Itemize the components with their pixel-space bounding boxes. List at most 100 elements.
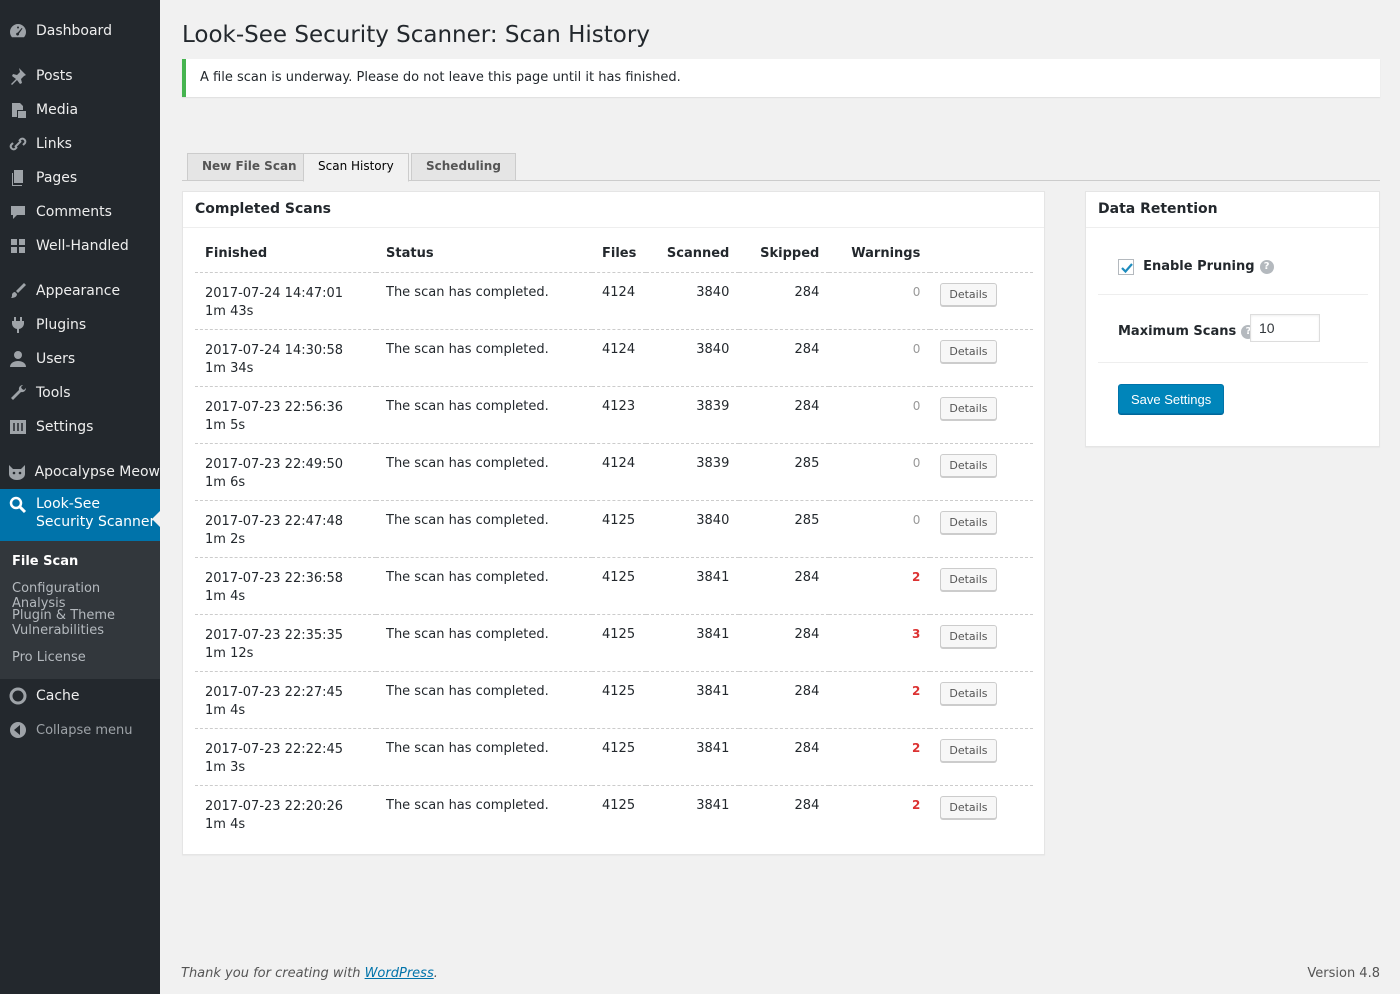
scan-duration: 1m 4s	[205, 816, 246, 832]
cell-skipped: 285	[739, 500, 830, 558]
cell-scanned: 3841	[696, 797, 730, 813]
cell-warnings: 3	[829, 614, 931, 672]
sidebar-item-label: Dashboard	[36, 23, 112, 39]
wordpress-link[interactable]: WordPress	[365, 966, 434, 981]
cell-scanned: 3840	[646, 272, 740, 330]
sidebar-item-links[interactable]: Links	[0, 127, 160, 161]
table-row: 2017-07-23 22:49:50 1m 6s The scan has com…	[195, 443, 1033, 501]
cell-finished: 2017-07-23 22:49:50 1m 6s	[195, 443, 376, 501]
data-retention-title: Data Retention	[1086, 192, 1379, 228]
comment-icon	[0, 202, 36, 222]
sidebar-item-pages[interactable]: Pages	[0, 161, 160, 195]
table-row: 2017-07-23 22:20:26 1m 4s The scan has com…	[195, 785, 1033, 842]
cell-actions: Details	[930, 728, 1033, 786]
sidebar-item-plugins[interactable]: Plugins	[0, 308, 160, 342]
sidebar-item-cache[interactable]: Cache	[0, 679, 160, 713]
link-icon	[0, 134, 36, 154]
paintbrush-icon	[0, 281, 36, 301]
details-button[interactable]: Details	[940, 282, 997, 306]
scan-duration: 1m 2s	[205, 531, 246, 547]
sidebar-item-posts[interactable]: Posts	[0, 59, 160, 93]
page-title: Look-See Security Scanner: Scan History	[182, 22, 650, 48]
max-scans-input[interactable]	[1250, 314, 1320, 342]
details-button[interactable]: Details	[940, 567, 997, 591]
enable-pruning-checkbox[interactable]	[1118, 258, 1134, 275]
scan-underway-notice: A file scan is underway. Please do not l…	[182, 59, 1380, 97]
table-row: 2017-07-23 22:56:36 1m 5s The scan has com…	[195, 386, 1033, 444]
sidebar-item-media[interactable]: Media	[0, 93, 160, 127]
cell-actions: Details	[930, 557, 1033, 615]
cell-warnings: 2	[829, 671, 931, 729]
cell-actions: Details	[930, 671, 1033, 729]
tab-scheduling[interactable]: Scheduling	[411, 153, 516, 181]
cell-finished: 2017-07-24 14:30:58 1m 34s	[195, 329, 376, 387]
sidebar-item-users[interactable]: Users	[0, 342, 160, 376]
details-button[interactable]: Details	[940, 339, 997, 363]
cell-warnings: 0	[829, 500, 931, 558]
finished-time: 2017-07-23 22:49:50	[205, 456, 344, 472]
col-finished: Finished	[195, 236, 376, 273]
table-row: 2017-07-23 22:22:45 1m 3s The scan has com…	[195, 728, 1033, 786]
sidebar-item-settings[interactable]: Settings	[0, 410, 160, 444]
details-button[interactable]: Details	[940, 396, 997, 420]
submenu-plugin-theme-vulnerabilities[interactable]: Plugin & Theme Vulnerabilities	[12, 608, 152, 638]
cell-files: 4125	[592, 671, 647, 729]
cell-finished: 2017-07-23 22:47:48 1m 2s	[195, 500, 376, 558]
sidebar-item-label: Pages	[36, 170, 78, 186]
data-retention-box: Data Retention Enable Pruning ? Maximum …	[1085, 191, 1380, 447]
collapse-menu-button[interactable]: Collapse menu	[0, 713, 160, 747]
sidebar-item-label: Look-See Security Scanner	[36, 496, 156, 530]
sidebar-item-comments[interactable]: Comments	[0, 195, 160, 229]
col-files: Files	[592, 236, 647, 273]
cell-actions: Details	[930, 272, 1033, 330]
help-icon[interactable]: ?	[1259, 259, 1274, 274]
details-button[interactable]: Details	[940, 453, 997, 477]
cell-files: 4125	[592, 728, 647, 786]
enable-pruning-label: Enable Pruning	[1143, 259, 1255, 274]
sidebar-item-apocalypse-meow[interactable]: Apocalypse Meow	[0, 455, 160, 489]
finished-time: 2017-07-23 22:47:48	[205, 513, 344, 529]
col-actions	[930, 236, 1033, 273]
cell-skipped: 284	[739, 329, 830, 387]
collapse-arrow-icon	[0, 720, 36, 740]
details-button[interactable]: Details	[940, 738, 997, 762]
completed-scans-title: Completed Scans	[183, 192, 1044, 228]
sidebar-item-tools[interactable]: Tools	[0, 376, 160, 410]
details-button[interactable]: Details	[940, 624, 997, 648]
details-button[interactable]: Details	[940, 795, 997, 819]
sidebar-item-label: Cache	[36, 688, 80, 704]
cell-finished: 2017-07-23 22:56:36 1m 5s	[195, 386, 376, 444]
cell-skipped: 284	[739, 272, 830, 330]
col-status: Status	[376, 236, 592, 273]
finished-time: 2017-07-24 14:47:01	[205, 285, 344, 301]
completed-scans-box: Completed Scans Finished Status Files Sc…	[182, 191, 1045, 855]
cell-warnings: 2	[829, 557, 931, 615]
collapse-menu-label: Collapse menu	[36, 722, 133, 738]
tab-new-file-scan[interactable]: New File Scan	[187, 153, 312, 181]
details-button[interactable]: Details	[940, 510, 997, 534]
cell-scanned: 3841	[646, 614, 740, 672]
tab-scan-history[interactable]: Scan History	[303, 153, 409, 182]
sidebar-item-appearance[interactable]: Appearance	[0, 274, 160, 308]
col-scanned: Scanned	[646, 236, 740, 273]
footer-thanks-suffix: .	[433, 966, 438, 981]
cell-warnings: 0	[829, 386, 931, 444]
cell-skipped: 285	[739, 443, 830, 501]
submenu-pro-license[interactable]: Pro License	[12, 650, 152, 665]
submenu-file-scan[interactable]: File Scan	[12, 554, 152, 569]
details-button[interactable]: Details	[940, 681, 997, 705]
sidebar-item-dashboard[interactable]: Dashboard	[0, 14, 160, 48]
pushpin-icon	[0, 66, 36, 86]
footer-version: Version 4.8	[1307, 966, 1380, 981]
scan-duration: 1m 34s	[205, 360, 254, 376]
cell-finished: 2017-07-23 22:22:45 1m 3s	[195, 728, 376, 786]
sidebar-item-label: Plugins	[36, 317, 87, 333]
scan-duration: 1m 43s	[205, 303, 254, 319]
submenu-configuration-analysis[interactable]: Configuration Analysis	[12, 581, 152, 611]
finished-time: 2017-07-23 22:36:58	[205, 570, 344, 586]
col-warnings: Warnings	[829, 236, 931, 273]
max-scans-label: Maximum Scans	[1118, 324, 1237, 339]
save-settings-button[interactable]: Save Settings	[1118, 384, 1225, 414]
sidebar-item-well-handled[interactable]: Well-Handled	[0, 229, 160, 263]
sidebar-item-label: Appearance	[36, 283, 121, 299]
